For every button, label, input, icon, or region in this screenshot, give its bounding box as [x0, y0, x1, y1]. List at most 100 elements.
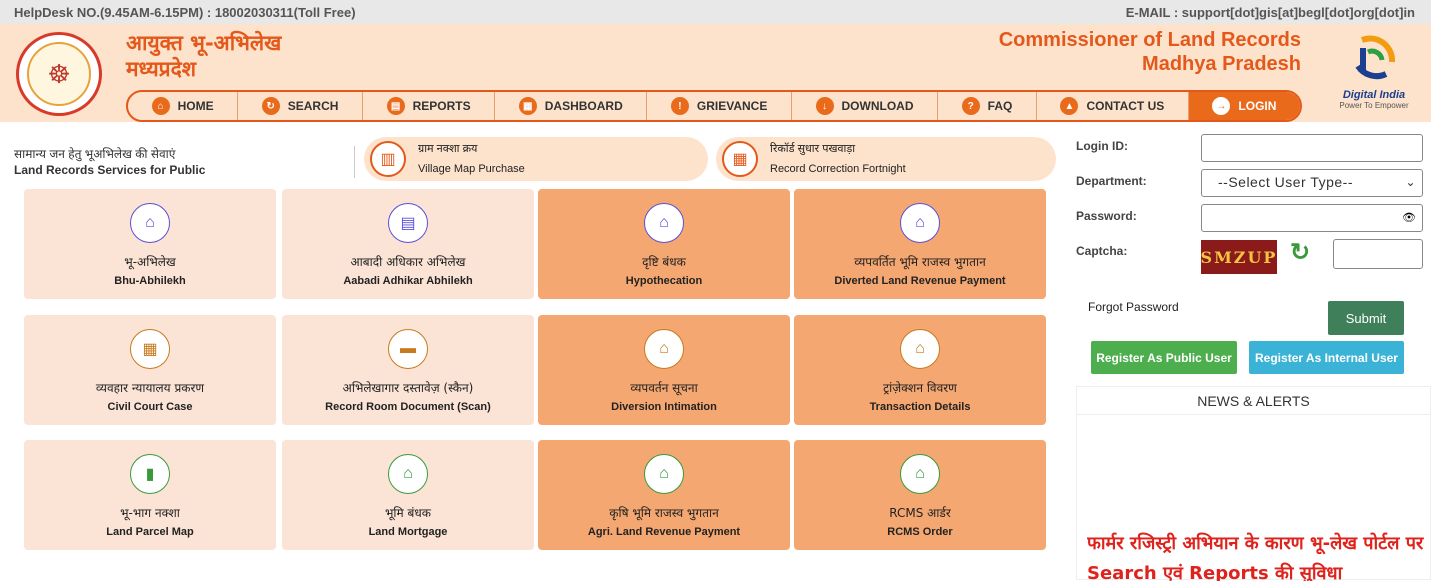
nav-download[interactable]: ↓ DOWNLOAD [792, 92, 939, 120]
tile-diversion-intimation[interactable]: ⌂ व्यपवर्तन सूचना Diversion Intimation [538, 315, 790, 425]
tile-civil-court-case[interactable]: ▦ व्यवहार न्यायालय प्रकरण Civil Court Ca… [24, 315, 276, 425]
nav-faq[interactable]: ? FAQ [938, 92, 1037, 120]
tile-label-english: Transaction Details [869, 401, 971, 413]
nav-login[interactable]: → LOGIN [1188, 92, 1300, 120]
tile-label-hindi: व्यवहार न्यायालय प्रकरण [95, 381, 205, 395]
helpdesk-text: HelpDesk NO.(9.45AM-6.15PM) : 1800203031… [14, 4, 356, 20]
chevron-down-icon: ⌄ [1405, 175, 1416, 189]
nav-contact-us[interactable]: ▲ CONTACT US [1037, 92, 1189, 120]
tile-label-hindi: भू-अभिलेख [124, 255, 176, 269]
password-label: Password: [1076, 209, 1137, 223]
tile-land-parcel-map[interactable]: ▮ भू-भाग नक्शा Land Parcel Map [24, 440, 276, 550]
tile-label-english: Agri. Land Revenue Payment [587, 526, 741, 538]
home-icon: ⌂ [644, 454, 684, 494]
chat-icon: ! [670, 97, 689, 115]
tile-label-english: Land Parcel Map [106, 526, 194, 538]
tile-agri-land-revenue[interactable]: ⌂ कृषि भूमि राजस्व भुगतान Agri. Land Rev… [538, 440, 790, 550]
tile-label-hindi: दृष्टि बंधक [642, 255, 686, 269]
services-heading-english: Land Records Services for Public [14, 163, 206, 177]
tile-label-hindi: ट्रांज़ेक्शन विवरण [883, 381, 957, 395]
record-correction-fortnight-button[interactable]: ▦ रिकॉर्ड सुधार पखवाड़ा Record Correctio… [716, 137, 1056, 181]
register-internal-user-button[interactable]: Register As Internal User [1249, 341, 1404, 374]
pill-label-hindi: रिकॉर्ड सुधार पखवाड़ा [770, 143, 856, 155]
pill-label-hindi: ग्राम नक्शा क्रय [418, 143, 478, 155]
title-en-line1: Commissioner of Land Records [998, 29, 1301, 51]
department-select[interactable]: --Select User Type-- ⌄ [1201, 169, 1423, 197]
village-map-purchase-button[interactable]: ▥ ग्राम नक्शा क्रय Village Map Purchase [364, 137, 708, 181]
dashboard-icon: ▦ [518, 97, 537, 115]
tile-record-room-document[interactable]: ▬ अभिलेखागार दस्तावेज़ (स्कैन) Record Ro… [282, 315, 534, 425]
tile-rcms-order[interactable]: ⌂ RCMS आर्डर RCMS Order [794, 440, 1046, 550]
news-alerts-panel: NEWS & ALERTS फार्मर रजिस्ट्री अभियान के… [1076, 386, 1431, 581]
tile-label-english: Diverted Land Revenue Payment [834, 275, 1006, 287]
nav-label: DASHBOARD [544, 99, 623, 113]
tile-label-english: Record Room Document (Scan) [325, 401, 491, 413]
captcha-image: SMZUP [1201, 240, 1277, 274]
digital-india-tagline: Power To Empower [1339, 101, 1409, 110]
tile-label-hindi: आबादी अधिकार अभिलेख [350, 255, 466, 269]
nav-search[interactable]: ↻ SEARCH [238, 92, 363, 120]
login-id-input[interactable] [1201, 134, 1423, 162]
tile-label-hindi: भूमि बंधक [385, 506, 431, 520]
nav-label: GRIEVANCE [696, 99, 768, 113]
tile-hypothecation[interactable]: ⌂ दृष्टि बंधक Hypothecation [538, 189, 790, 299]
helpdesk-bar: HelpDesk NO.(9.45AM-6.15PM) : 1800203031… [0, 0, 1431, 24]
submit-button[interactable]: Submit [1328, 301, 1404, 335]
digital-india-logo: Digital India Power To Empower [1328, 32, 1420, 118]
tile-aabadi-adhikar[interactable]: ▤ आबादी अधिकार अभिलेख Aabadi Adhikar Abh… [282, 189, 534, 299]
location-icon: ▲ [1060, 97, 1079, 115]
email-text: E-MAIL : support[dot]gis[at]begl[dot]org… [1125, 4, 1415, 20]
tile-transaction-details[interactable]: ⌂ ट्रांज़ेक्शन विवरण Transaction Details [794, 315, 1046, 425]
department-label: Department: [1076, 174, 1147, 188]
home-icon: ⌂ [644, 203, 684, 243]
pill-label-english: Record Correction Fortnight [770, 163, 906, 175]
captcha-input[interactable] [1333, 239, 1423, 269]
register-public-user-button[interactable]: Register As Public User [1091, 341, 1237, 374]
tile-label-hindi: कृषि भूमि राजस्व भुगतान [609, 506, 719, 520]
site-title-hindi: आयुक्त भू-अभिलेख मध्यप्रदेश [126, 30, 281, 82]
services-heading-hindi: सामान्य जन हेतु भूअभिलेख की सेवाएं [14, 147, 176, 161]
nav-dashboard[interactable]: ▦ DASHBOARD [495, 92, 648, 120]
nav-grievance[interactable]: ! GRIEVANCE [647, 92, 792, 120]
tile-label-english: Land Mortgage [368, 526, 448, 538]
map-icon: ▥ [370, 141, 406, 177]
nav-home[interactable]: ⌂ HOME [128, 92, 239, 120]
download-icon: ↓ [815, 97, 834, 115]
nav-label: CONTACT US [1086, 99, 1165, 113]
building-icon: ▦ [130, 329, 170, 369]
calendar-icon: ▤ [388, 203, 428, 243]
tile-label-english: Diversion Intimation [611, 401, 717, 413]
nav-label: REPORTS [412, 99, 471, 113]
home-icon: ⌂ [900, 454, 940, 494]
book-icon: ▮ [130, 454, 170, 494]
main-nav: ⌂ HOME ↻ SEARCH ▤ REPORTS ▦ DASHBOARD ! GRIEV… [126, 90, 1302, 122]
home-icon: ⌂ [388, 454, 428, 494]
home-icon: ⌂ [151, 97, 170, 115]
eye-icon[interactable]: 👁 [1402, 211, 1416, 224]
tile-label-english: Bhu-Abhilekh [114, 275, 186, 287]
divider [354, 146, 355, 178]
tile-label-english: Civil Court Case [107, 401, 193, 413]
forgot-password-link[interactable]: Forgot Password [1088, 300, 1179, 314]
document-icon: ▤ [386, 97, 405, 115]
digital-india-mark-icon [1355, 35, 1396, 80]
nav-reports[interactable]: ▤ REPORTS [363, 92, 496, 120]
title-hi-line2: मध्यप्रदेश [126, 57, 197, 81]
home-icon: ⌂ [900, 203, 940, 243]
tile-diverted-land-revenue[interactable]: ⌂ व्यपवर्तित भूमि राजस्व भुगतान Diverted… [794, 189, 1046, 299]
tile-land-mortgage[interactable]: ⌂ भूमि बंधक Land Mortgage [282, 440, 534, 550]
building-icon: ▦ [722, 141, 758, 177]
refresh-search-icon: ↻ [261, 97, 280, 115]
refresh-captcha-icon[interactable]: ↻ [1290, 238, 1318, 266]
tile-bhu-abhilekh[interactable]: ⌂ भू-अभिलेख Bhu-Abhilekh [24, 189, 276, 299]
folder-icon: ▬ [388, 329, 428, 369]
tile-label-hindi: व्यपवर्तित भूमि राजस्व भुगतान [854, 255, 986, 269]
nav-label: SEARCH [287, 99, 339, 113]
news-alert-text: फार्मर रजिस्ट्री अभियान के कारण भू-लेख प… [1087, 533, 1424, 581]
site-header: ☸ आयुक्त भू-अभिलेख मध्यप्रदेश Commission… [0, 24, 1431, 122]
nav-label: HOME [177, 99, 214, 113]
mp-emblem-logo: ☸ [16, 32, 102, 116]
nav-label: DOWNLOAD [841, 99, 914, 113]
password-input[interactable]: 👁 [1201, 204, 1423, 232]
title-hi-line1: आयुक्त भू-अभिलेख [126, 31, 282, 55]
